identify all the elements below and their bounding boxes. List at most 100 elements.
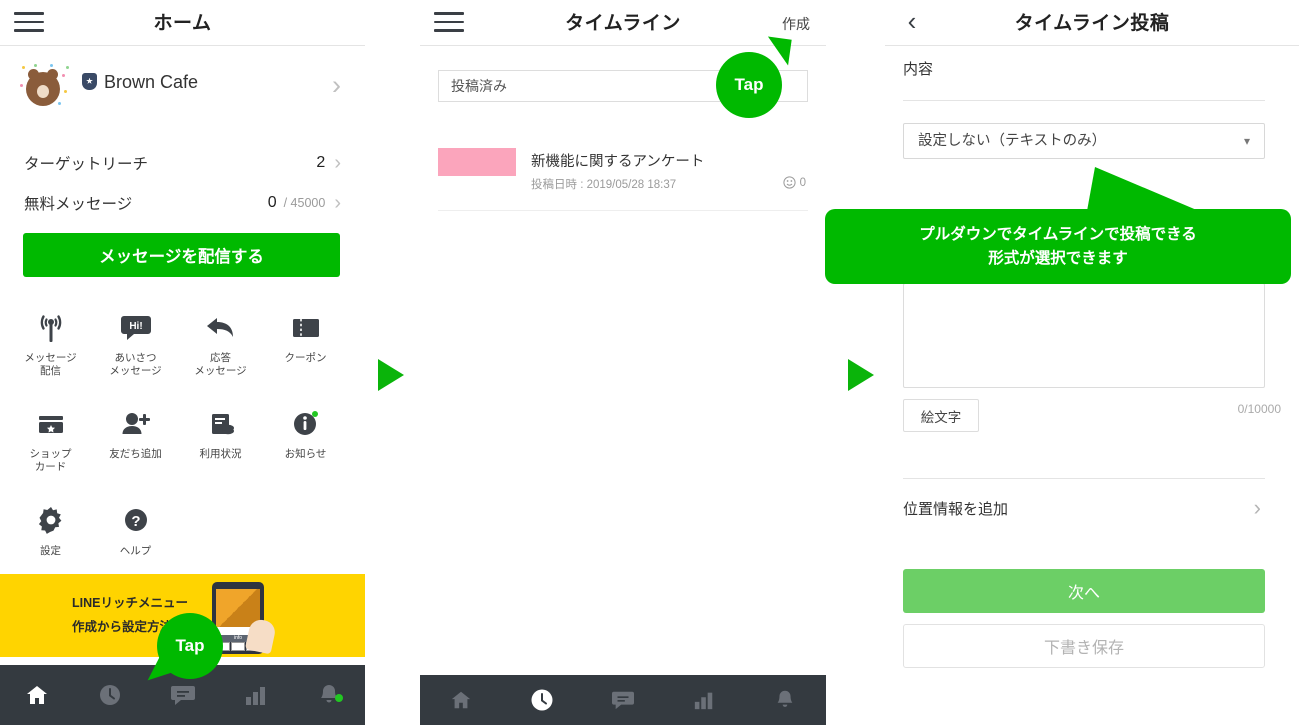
grid-item-reply[interactable]: 応答 メッセージ: [178, 300, 263, 378]
post-title: 新機能に関するアンケート: [531, 154, 705, 170]
save-draft-button[interactable]: 下書き保存: [903, 624, 1265, 668]
grid-item-usage[interactable]: 利用状況: [178, 396, 263, 474]
chevron-right-icon: ›: [1253, 495, 1261, 520]
grid-item-notice[interactable]: お知らせ: [263, 396, 348, 474]
tap-label: Tap: [175, 636, 205, 655]
nav-notifications[interactable]: [745, 688, 826, 712]
compose-header: ‹ タイムライン投稿: [885, 0, 1299, 46]
stat-sub-value: / 45000: [283, 196, 326, 210]
callout-line-1: プルダウンでタイムラインで投稿できる: [919, 226, 1197, 244]
grid-item-label: 友だち追加: [109, 448, 162, 461]
post-thumbnail: [438, 148, 516, 176]
nav-timeline[interactable]: [73, 682, 146, 708]
nav-home[interactable]: [0, 683, 73, 707]
character-counter: 0/10000: [1237, 402, 1281, 416]
add-location-row[interactable]: 位置情報を追加 ›: [903, 495, 1265, 532]
grid-item-coupon[interactable]: クーポン: [263, 300, 348, 378]
chevron-right-icon[interactable]: ›: [334, 152, 341, 175]
grid-item-label: ヘルプ: [119, 544, 152, 557]
chevron-right-icon[interactable]: ›: [334, 192, 341, 215]
add-friend-icon: [93, 404, 178, 444]
stats-list: ターゲットリーチ 2 › 無料メッセージ 0 / 45000 ›: [0, 143, 365, 223]
stat-label: 無料メッセージ: [24, 196, 133, 213]
emoji-button[interactable]: 絵文字: [903, 399, 979, 432]
grid-item-broadcast[interactable]: メッセージ 配信: [8, 300, 93, 378]
page-title: タイムライン投稿: [1014, 13, 1170, 34]
grid-item-label: 応答 メッセージ: [194, 352, 247, 378]
post-format-value: 設定しない（テキストのみ）: [918, 133, 1107, 149]
grid-item-label: お知らせ: [284, 448, 327, 461]
shield-badge-icon: [82, 73, 97, 90]
profile-name: Brown Cafe: [104, 72, 199, 92]
chevron-right-icon[interactable]: ›: [332, 70, 341, 101]
stat-value: 0: [267, 194, 277, 211]
notification-dot: [335, 694, 343, 702]
grid-item-empty-1: [178, 493, 263, 558]
callout-line-2: 形式が選択できます: [988, 249, 1128, 267]
nav-notifications[interactable]: [292, 682, 365, 708]
feature-icon-grid: メッセージ 配信 Hi! あいさつ メッセージ 応答 メッセージ クーポン ショ…: [0, 300, 365, 558]
grid-item-label: クーポン: [284, 352, 327, 364]
timeline-post-row[interactable]: 新機能に関するアンケート 投稿日時 : 2019/05/28 18:37 0: [438, 140, 808, 211]
grid-item-add-friend[interactable]: 友だち追加: [93, 396, 178, 474]
tap-annotation-create: Tap: [716, 36, 792, 118]
callout-annotation: プルダウンでタイムラインで投稿できる 形式が選択できます: [825, 167, 1291, 284]
bottom-navigation-timeline: [420, 675, 826, 725]
grid-item-help[interactable]: ? ヘルプ: [93, 493, 178, 558]
stat-row-target-reach[interactable]: ターゲットリーチ 2 ›: [0, 143, 365, 183]
post-timestamp: 投稿日時 : 2019/05/28 18:37: [531, 179, 677, 191]
post-text-input[interactable]: [903, 283, 1265, 388]
usage-stats-icon: [178, 404, 263, 444]
nav-chat[interactable]: [582, 689, 663, 711]
add-location-label: 位置情報を追加: [903, 501, 1009, 518]
smiley-reaction-icon: [782, 176, 796, 189]
grid-item-label: 利用状況: [199, 448, 242, 461]
section-divider: [903, 100, 1265, 101]
svg-text:Hi!: Hi!: [129, 321, 142, 332]
info-notice-icon: [263, 404, 348, 444]
grid-item-label: ショップ カード: [29, 448, 72, 474]
grid-item-settings[interactable]: 設定: [8, 493, 93, 558]
greeting-bubble-icon: Hi!: [93, 308, 178, 348]
post-format-select[interactable]: 設定しない（テキストのみ） ▾: [903, 123, 1265, 159]
grid-item-label: 設定: [40, 544, 61, 557]
nav-timeline[interactable]: [501, 687, 582, 713]
nav-chat[interactable]: [146, 683, 219, 707]
nav-home[interactable]: [420, 689, 501, 711]
grid-item-label: メッセージ 配信: [24, 352, 77, 378]
banner-line-1: LINEリッチメニュー: [72, 596, 188, 610]
broadcast-message-button[interactable]: メッセージを配信する: [23, 233, 340, 277]
stat-label: ターゲットリーチ: [24, 156, 149, 173]
post-reaction-count: 0: [799, 176, 806, 189]
grid-item-shop-card[interactable]: ショップ カード: [8, 396, 93, 474]
create-post-button[interactable]: 作成: [782, 14, 810, 34]
broadcast-icon: [8, 308, 93, 348]
profile-row[interactable]: Brown Cafe ›: [0, 58, 365, 116]
next-button[interactable]: 次へ: [903, 569, 1265, 613]
play-triangle-icon: [378, 359, 404, 391]
grid-item-greeting[interactable]: Hi! あいさつ メッセージ: [93, 300, 178, 378]
content-section-label: 内容: [903, 61, 934, 78]
nav-stats[interactable]: [219, 683, 292, 707]
page-title: ホーム: [153, 13, 212, 34]
tap-annotation-menu: Tap: [139, 613, 223, 681]
chevron-down-icon: ▾: [1243, 134, 1250, 148]
stat-row-free-messages[interactable]: 無料メッセージ 0 / 45000 ›: [0, 183, 365, 223]
question-help-icon: ?: [93, 501, 178, 541]
tap-label: Tap: [734, 75, 764, 94]
home-header: ホーム: [0, 0, 365, 46]
grid-item-empty-2: [263, 493, 348, 558]
panel-timeline-compose: ‹ タイムライン投稿 内容 設定しない（テキストのみ） ▾ 絵文字 0/1000…: [885, 0, 1299, 725]
post-filter-value: 投稿済み: [451, 78, 507, 94]
coupon-ticket-icon: [263, 308, 348, 348]
panel-home: ホーム Brown Cafe › ターゲットリーチ 2 › 無料メッセージ 0 …: [0, 0, 365, 725]
gear-settings-icon: [8, 501, 93, 541]
svg-text:?: ?: [131, 513, 140, 530]
section-divider: [903, 478, 1265, 479]
nav-stats[interactable]: [664, 689, 745, 711]
grid-item-label: あいさつ メッセージ: [109, 352, 162, 378]
timeline-header: タイムライン 作成: [420, 0, 826, 46]
play-triangle-icon: [848, 359, 874, 391]
reply-arrow-icon: [178, 308, 263, 348]
stat-value: 2: [316, 154, 326, 171]
